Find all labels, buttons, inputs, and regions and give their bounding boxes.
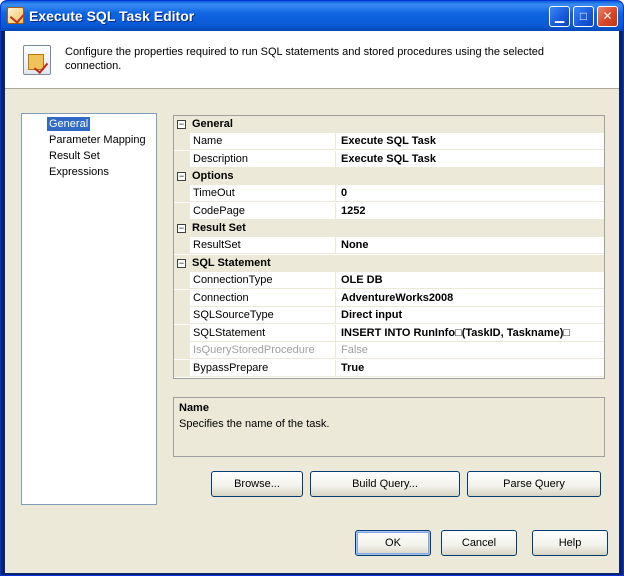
property-grid[interactable]: − General Name Execute SQL Task Descript… xyxy=(173,115,605,379)
property-value[interactable]: Execute SQL Task xyxy=(337,151,604,168)
property-value[interactable]: Direct input xyxy=(337,307,604,324)
minimize-button[interactable]: ▁ xyxy=(549,6,570,27)
title-bar[interactable]: Execute SQL Task Editor ▁ □ ✕ xyxy=(1,1,623,31)
description-text: Specifies the name of the task. xyxy=(179,418,330,430)
collapse-icon[interactable]: − xyxy=(177,224,186,233)
nav-item-result-set[interactable]: Result Set xyxy=(47,149,102,163)
nav-item-general[interactable]: General xyxy=(47,117,91,131)
property-row-connection[interactable]: Connection AdventureWorks2008 xyxy=(174,290,604,307)
property-row-timeout[interactable]: TimeOut 0 xyxy=(174,185,604,202)
browse-button[interactable]: Browse... xyxy=(211,471,303,497)
property-row-codepage[interactable]: CodePage 1252 xyxy=(174,203,604,220)
property-value[interactable]: 0 xyxy=(337,185,604,202)
property-row-connectiontype[interactable]: ConnectionType OLE DB xyxy=(174,272,604,289)
ok-button[interactable]: OK xyxy=(355,530,431,556)
app-icon[interactable] xyxy=(7,7,24,24)
window-title: Execute SQL Task Editor xyxy=(29,8,195,24)
help-button[interactable]: Help xyxy=(532,530,608,556)
property-row-isquerystoredprocedure: IsQueryStoredProcedure False xyxy=(174,342,604,359)
property-value[interactable]: True xyxy=(337,360,604,377)
category-label: General xyxy=(192,118,233,130)
header-banner: Configure the properties required to run… xyxy=(5,31,619,89)
property-name: TimeOut xyxy=(190,185,336,202)
property-value[interactable]: AdventureWorks2008 xyxy=(337,290,604,307)
property-value[interactable]: None xyxy=(337,237,604,254)
execute-sql-task-editor-window: Execute SQL Task Editor ▁ □ ✕ Configure … xyxy=(0,0,624,576)
collapse-icon[interactable]: − xyxy=(177,120,186,129)
property-name: SQLStatement xyxy=(190,325,336,342)
property-row-description[interactable]: Description Execute SQL Task xyxy=(174,151,604,168)
category-label: Options xyxy=(192,170,234,182)
property-row-name[interactable]: Name Execute SQL Task xyxy=(174,133,604,150)
property-row-resultset[interactable]: ResultSet None xyxy=(174,237,604,254)
property-value[interactable]: Execute SQL Task xyxy=(337,133,604,150)
collapse-icon[interactable]: − xyxy=(177,172,186,181)
parse-query-button[interactable]: Parse Query xyxy=(467,471,601,497)
property-name: CodePage xyxy=(190,203,336,220)
description-title: Name xyxy=(179,402,209,414)
property-name: Connection xyxy=(190,290,336,307)
property-value[interactable]: INSERT INTO RunInfo□(TaskID, Taskname)□ xyxy=(337,325,604,342)
property-value[interactable]: 1252 xyxy=(337,203,604,220)
close-button[interactable]: ✕ xyxy=(597,6,618,27)
category-options[interactable]: − Options xyxy=(174,168,604,185)
property-row-sqlsourcetype[interactable]: SQLSourceType Direct input xyxy=(174,307,604,324)
page-navigation-list[interactable]: General Parameter Mapping Result Set Exp… xyxy=(21,113,157,505)
property-row-sqlstatement[interactable]: SQLStatement INSERT INTO RunInfo□(TaskID… xyxy=(174,325,604,342)
property-value: False xyxy=(341,344,368,356)
property-name: ConnectionType xyxy=(190,272,336,289)
category-result-set[interactable]: − Result Set xyxy=(174,220,604,237)
task-icon xyxy=(23,45,51,75)
property-row-bypassprepare[interactable]: BypassPrepare True xyxy=(174,360,604,377)
collapse-icon[interactable]: − xyxy=(177,259,186,268)
cancel-button[interactable]: Cancel xyxy=(441,530,517,556)
property-name: IsQueryStoredProcedure xyxy=(190,342,336,359)
category-general[interactable]: − General xyxy=(174,116,604,133)
property-name: Description xyxy=(190,151,336,168)
category-sql-statement[interactable]: − SQL Statement xyxy=(174,255,604,272)
maximize-button[interactable]: □ xyxy=(573,6,594,27)
banner-description: Configure the properties required to run… xyxy=(65,46,544,72)
build-query-button[interactable]: Build Query... xyxy=(310,471,460,497)
property-name: SQLSourceType xyxy=(190,307,336,324)
property-name: Name xyxy=(190,133,336,150)
nav-item-expressions[interactable]: Expressions xyxy=(47,165,111,179)
property-name: BypassPrepare xyxy=(190,360,336,377)
property-description-panel: Name Specifies the name of the task. xyxy=(173,397,605,457)
category-label: SQL Statement xyxy=(192,257,271,269)
property-value[interactable]: OLE DB xyxy=(337,272,604,289)
category-label: Result Set xyxy=(192,222,246,234)
property-name: ResultSet xyxy=(190,237,336,254)
nav-item-parameter-mapping[interactable]: Parameter Mapping xyxy=(47,133,148,147)
dialog-body: Configure the properties required to run… xyxy=(5,31,619,573)
